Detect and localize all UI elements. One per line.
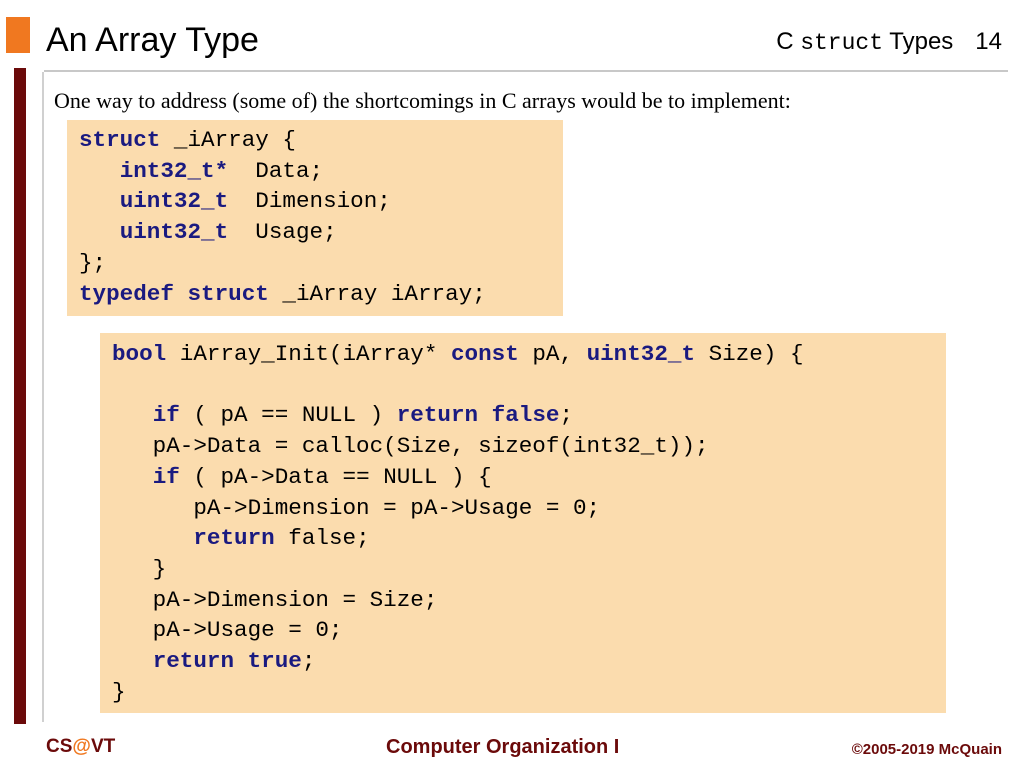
code-text: };: [79, 249, 107, 276]
code-text: Usage;: [228, 219, 337, 246]
topic-suffix: Types: [883, 28, 954, 55]
struct-definition-code: struct _iArray { int32_t* Data; uint32_t…: [67, 120, 563, 316]
init-function-code: bool iArray_Init(iArray* const pA, uint3…: [100, 333, 946, 713]
code-keyword: int32_t*: [119, 157, 229, 184]
code-text: pA->Dimension = Size;: [112, 586, 438, 613]
footer-at: @: [72, 736, 91, 757]
code-keyword: bool: [112, 341, 167, 367]
intro-text: One way to address (some of) the shortco…: [54, 88, 791, 113]
code-keyword: struct: [79, 127, 161, 153]
code-keyword: if: [152, 463, 180, 490]
code-keyword: return false: [396, 402, 560, 429]
code-text: ;: [559, 402, 574, 429]
code-text: Dimension;: [228, 188, 391, 215]
footer-institution: CS@VT: [46, 736, 115, 758]
code-text: pA->Dimension = pA->Usage = 0;: [112, 494, 601, 521]
topic-code: struct: [800, 30, 884, 56]
code-text: _iArray iArray;: [268, 280, 486, 307]
code-text: Data;: [228, 157, 324, 184]
code-keyword: return true: [152, 648, 302, 675]
code-text: }: [112, 678, 126, 705]
code-keyword: uint32_t: [119, 188, 229, 215]
code-keyword: typedef struct: [79, 280, 269, 307]
code-text: ;: [301, 648, 316, 675]
code-keyword: if: [152, 402, 180, 429]
code-keyword: const: [450, 341, 519, 367]
code-text: pA,: [518, 341, 587, 367]
code-text: pA->Usage = 0;: [112, 617, 343, 644]
topic-prefix: C: [776, 28, 801, 55]
code-text: Size) {: [695, 341, 804, 367]
code-text: _iArray {: [160, 127, 296, 153]
footer-course: Computer Organization I: [386, 736, 620, 758]
code-text: ( pA == NULL ): [179, 402, 397, 429]
slide-title: An Array Type: [46, 21, 259, 59]
left-accent-bar: [14, 68, 26, 724]
content-border-line: [42, 72, 44, 722]
code-keyword: uint32_t: [119, 219, 229, 246]
page-number: 14: [975, 28, 1002, 55]
footer-copyright: ©2005-2019 McQuain: [851, 741, 1002, 758]
header-rule: [44, 70, 1008, 72]
code-keyword: uint32_t: [586, 341, 696, 367]
code-text: false;: [274, 525, 370, 552]
title-accent-square: [6, 17, 30, 53]
footer-vt: VT: [90, 736, 116, 757]
code-text: pA->Data = calloc(Size, sizeof(int32_t))…: [112, 433, 709, 460]
slide-topic-header: C struct Types 14: [776, 28, 1002, 56]
code-text: }: [112, 555, 167, 582]
code-text: ( pA->Data == NULL ) {: [179, 463, 492, 490]
code-text: iArray_Init(iArray*: [166, 341, 451, 367]
footer-cs: CS: [46, 736, 73, 757]
code-keyword: return: [193, 525, 275, 552]
